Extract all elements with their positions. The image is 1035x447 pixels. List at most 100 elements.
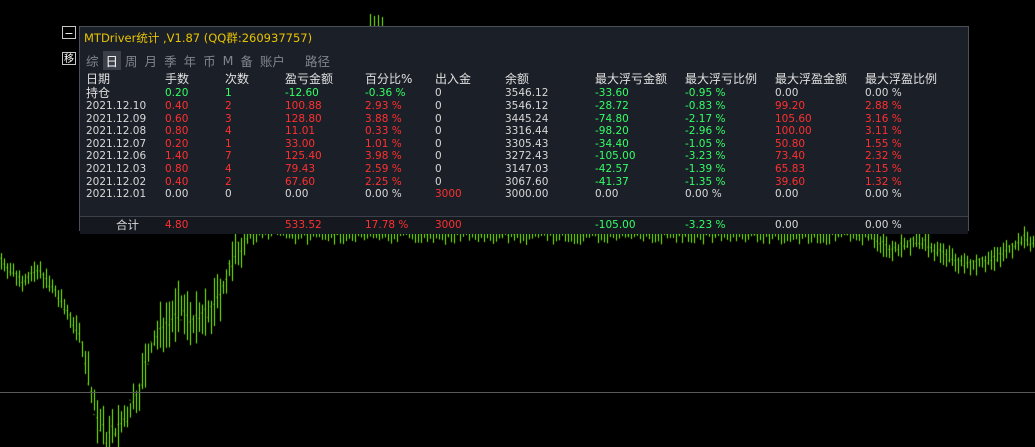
cell-deposit: 0 [435,100,442,112]
cell-lots: 1.40 [165,150,189,163]
stats-panel: MTDriver统计 ,V1.87 (QQ群:260937757) 综 日 周 … [79,26,969,234]
cell-balance: 3147.03 [505,162,549,175]
tab-path[interactable]: 路径 [302,51,333,70]
cell-pnl: -12.60 [285,87,319,99]
header-max-float-profit-pct[interactable]: 最大浮盈比例 [865,71,937,87]
cell-date: 2021.12.07 [86,137,147,150]
cell-date: 2021.12.01 [86,188,147,201]
cell-lots: 0.20 [165,137,189,150]
cell-max-float-profit-pct: 2.32 % [865,150,902,163]
cell-max-float-loss-pct: -1.05 % [685,137,726,150]
cell-count: 1 [225,87,232,99]
cell-date: 2021.12.08 [86,125,147,138]
cell-pnl: 79.43 [285,162,316,175]
total-max-float-loss: -105.00 [595,219,636,231]
cell-deposit: 0 [435,137,442,150]
cell-max-float-loss: -42.57 [595,162,629,175]
tab-yearly[interactable]: 年 [181,51,200,70]
cell-deposit: 0 [435,125,442,138]
cell-date: 2021.12.10 [86,100,147,112]
cell-date: 2021.12.02 [86,175,147,188]
cell-count: 1 [225,137,232,150]
cell-pnl: 128.80 [285,112,322,125]
cell-balance: 3316.44 [505,125,549,138]
tab-quarterly[interactable]: 季 [161,51,180,70]
header-lots[interactable]: 手数 [165,71,189,87]
cell-lots: 0.40 [165,100,189,112]
cell-count: 2 [225,100,232,112]
cell-max-float-loss: -41.37 [595,175,629,188]
cell-pnl: 125.40 [285,150,322,163]
cell-count: 7 [225,150,232,163]
cell-max-float-profit-pct: 2.15 % [865,162,902,175]
cell-max-float-profit-pct: 0.00 % [865,188,902,201]
tab-overview[interactable]: 综 [83,51,102,70]
tab-daily[interactable]: 日 [102,50,122,70]
move-button[interactable]: 移 [62,52,76,65]
tab-notes[interactable]: 备 [237,51,256,70]
total-date: 合计 [116,218,139,232]
header-balance[interactable]: 余额 [505,71,529,87]
table-row: 2021.12.06 1.40 7 125.40 3.98 % 0 3272.43 -105.… [80,150,968,163]
cell-pnl: 100.88 [285,100,322,112]
cell-balance: 3546.12 [505,87,549,99]
cell-date: 2021.12.09 [86,112,147,125]
cell-max-float-profit: 0.00 [775,87,799,99]
cell-max-float-loss: -33.60 [595,87,629,99]
cell-max-float-loss: -34.40 [595,137,629,150]
cell-pnl: 33.00 [285,137,316,150]
cell-max-float-profit-pct: 1.55 % [865,137,902,150]
cell-max-float-profit: 39.60 [775,175,806,188]
cell-percent: 2.25 % [365,175,402,188]
open-position-row: 持仓 0.20 1 -12.60 -0.36 % 0 3546.12 -33.60 -0.95 … [80,87,968,100]
cell-max-float-loss-pct: -0.83 % [685,100,726,112]
tab-magic[interactable]: M [220,53,237,68]
header-max-float-profit[interactable]: 最大浮盈金额 [775,71,847,87]
header-deposit[interactable]: 出入金 [435,71,471,87]
cell-max-float-profit: 0.00 [775,188,799,201]
cell-percent: 3.98 % [365,150,402,163]
table-row: 2021.12.08 0.80 4 11.01 0.33 % 0 3316.44 -98.20… [80,125,968,138]
cell-deposit: 0 [435,175,442,188]
tab-account[interactable]: 账户 [257,51,288,70]
stats-table: 日期 手数 次数 盈亏金额 百分比% 出入金 余额 最大浮亏金额 最大浮亏比例 最大浮盈金额 最大浮… [80,71,968,234]
table-header-row: 日期 手数 次数 盈亏金额 百分比% 出入金 余额 最大浮亏金额 最大浮亏比例 最大浮盈金额 最大浮… [80,71,968,87]
cell-date: 2021.12.03 [86,162,147,175]
cell-lots: 0.00 [165,188,189,201]
tab-currency[interactable]: 币 [200,51,219,70]
cell-pnl: 0.00 [285,188,309,201]
total-max-float-profit-pct: 0.00 % [865,219,902,231]
cell-count: 0 [225,188,232,201]
cell-max-float-loss: -98.20 [595,125,629,138]
table-row: 2021.12.10 0.40 2 100.88 2.93 % 0 3546.12 -28.7… [80,100,968,113]
cell-percent: 2.59 % [365,162,402,175]
cell-max-float-profit: 105.60 [775,112,812,125]
cell-percent: -0.36 % [365,87,406,99]
total-lots: 4.80 [165,219,189,231]
header-date[interactable]: 日期 [86,71,110,87]
cell-balance: 3305.43 [505,137,549,150]
minimize-button[interactable]: − [62,26,76,40]
cell-date: 2021.12.06 [86,150,147,163]
header-count[interactable]: 次数 [225,71,249,87]
header-pnl[interactable]: 盈亏金额 [285,71,333,87]
header-max-float-loss[interactable]: 最大浮亏金额 [595,71,667,87]
total-max-float-loss-pct: -3.23 % [685,219,726,231]
tab-monthly[interactable]: 月 [142,51,161,70]
cell-count: 3 [225,112,232,125]
cell-max-float-loss-pct: 0.00 % [685,188,722,201]
tab-weekly[interactable]: 周 [122,51,141,70]
total-deposit: 3000 [435,219,462,231]
total-row: 合计 4.80 533.52 17.78 % 3000 -105.00 -3.23 % 0.0… [80,216,968,234]
cell-max-float-profit: 99.20 [775,100,806,112]
header-max-float-loss-pct[interactable]: 最大浮亏比例 [685,71,757,87]
cell-max-float-loss: -28.72 [595,100,629,112]
table-row: 2021.12.01 0.00 0 0.00 0.00 % 3000 3000.00 0.00… [80,188,968,201]
cell-max-float-loss: -74.80 [595,112,629,125]
header-percent[interactable]: 百分比% [365,71,412,87]
total-pnl: 533.52 [285,219,322,231]
cell-max-float-profit-pct: 1.32 % [865,175,902,188]
cell-percent: 3.88 % [365,112,402,125]
cell-deposit: 0 [435,112,442,125]
cell-pnl: 67.60 [285,175,316,188]
